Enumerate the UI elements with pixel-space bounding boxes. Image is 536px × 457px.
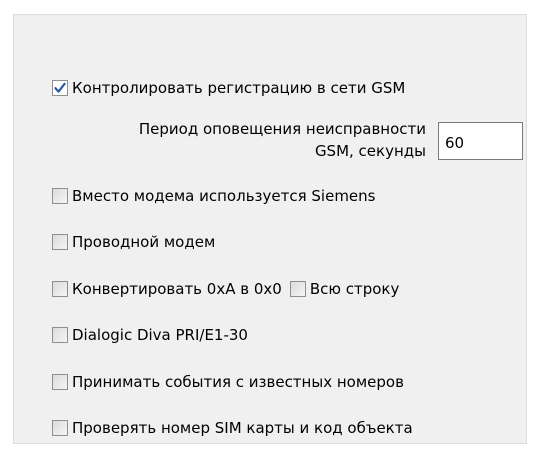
dialogic-label: Dialogic Diva PRI/E1-30: [72, 326, 248, 344]
period-label-line1: Период оповещения неисправности: [138, 120, 426, 138]
convert-0xa-label: Конвертировать 0xA в 0x0: [72, 280, 282, 298]
convert-0xa-checkbox[interactable]: [52, 281, 68, 297]
siemens-label: Вместо модема используется Siemens: [72, 187, 376, 205]
wired-modem-row[interactable]: Проводной модем: [52, 230, 215, 254]
known-numbers-label: Принимать события с известных номеров: [72, 373, 404, 391]
gsm-monitor-label: Контролировать регистрацию в сети GSM: [72, 79, 406, 97]
known-numbers-row[interactable]: Принимать события с известных номеров: [52, 370, 404, 394]
siemens-row[interactable]: Вместо модема используется Siemens: [52, 184, 375, 208]
whole-line-option[interactable]: Всю строку: [289, 280, 400, 298]
whole-line-checkbox[interactable]: [289, 281, 306, 297]
check-sim-row[interactable]: Проверять номер SIM карты и код объекта: [52, 416, 413, 440]
check-sim-checkbox[interactable]: [52, 420, 68, 436]
gsm-monitor-checkbox[interactable]: [52, 80, 68, 96]
whole-line-label: Всю строку: [309, 280, 400, 298]
convert-row: Конвертировать 0xA в 0x0 Всю строку: [52, 277, 399, 301]
siemens-checkbox[interactable]: [52, 188, 68, 204]
dialogic-checkbox[interactable]: [52, 327, 68, 343]
dialogic-row[interactable]: Dialogic Diva PRI/E1-30: [52, 323, 248, 347]
gsm-monitor-row[interactable]: Контролировать регистрацию в сети GSM: [52, 76, 405, 100]
checkmark-icon: [54, 82, 66, 93]
known-numbers-checkbox[interactable]: [52, 374, 68, 390]
wired-modem-label: Проводной модем: [72, 233, 216, 251]
period-label: Период оповещения неисправности GSM, сек…: [44, 118, 426, 162]
check-sim-label: Проверять номер SIM карты и код объекта: [72, 419, 413, 437]
period-seconds-input[interactable]: [438, 122, 523, 160]
period-label-line2: GSM, секунды: [314, 142, 426, 160]
gsm-settings-panel: Контролировать регистрацию в сети GSM Пе…: [13, 14, 527, 444]
wired-modem-checkbox[interactable]: [52, 234, 68, 250]
